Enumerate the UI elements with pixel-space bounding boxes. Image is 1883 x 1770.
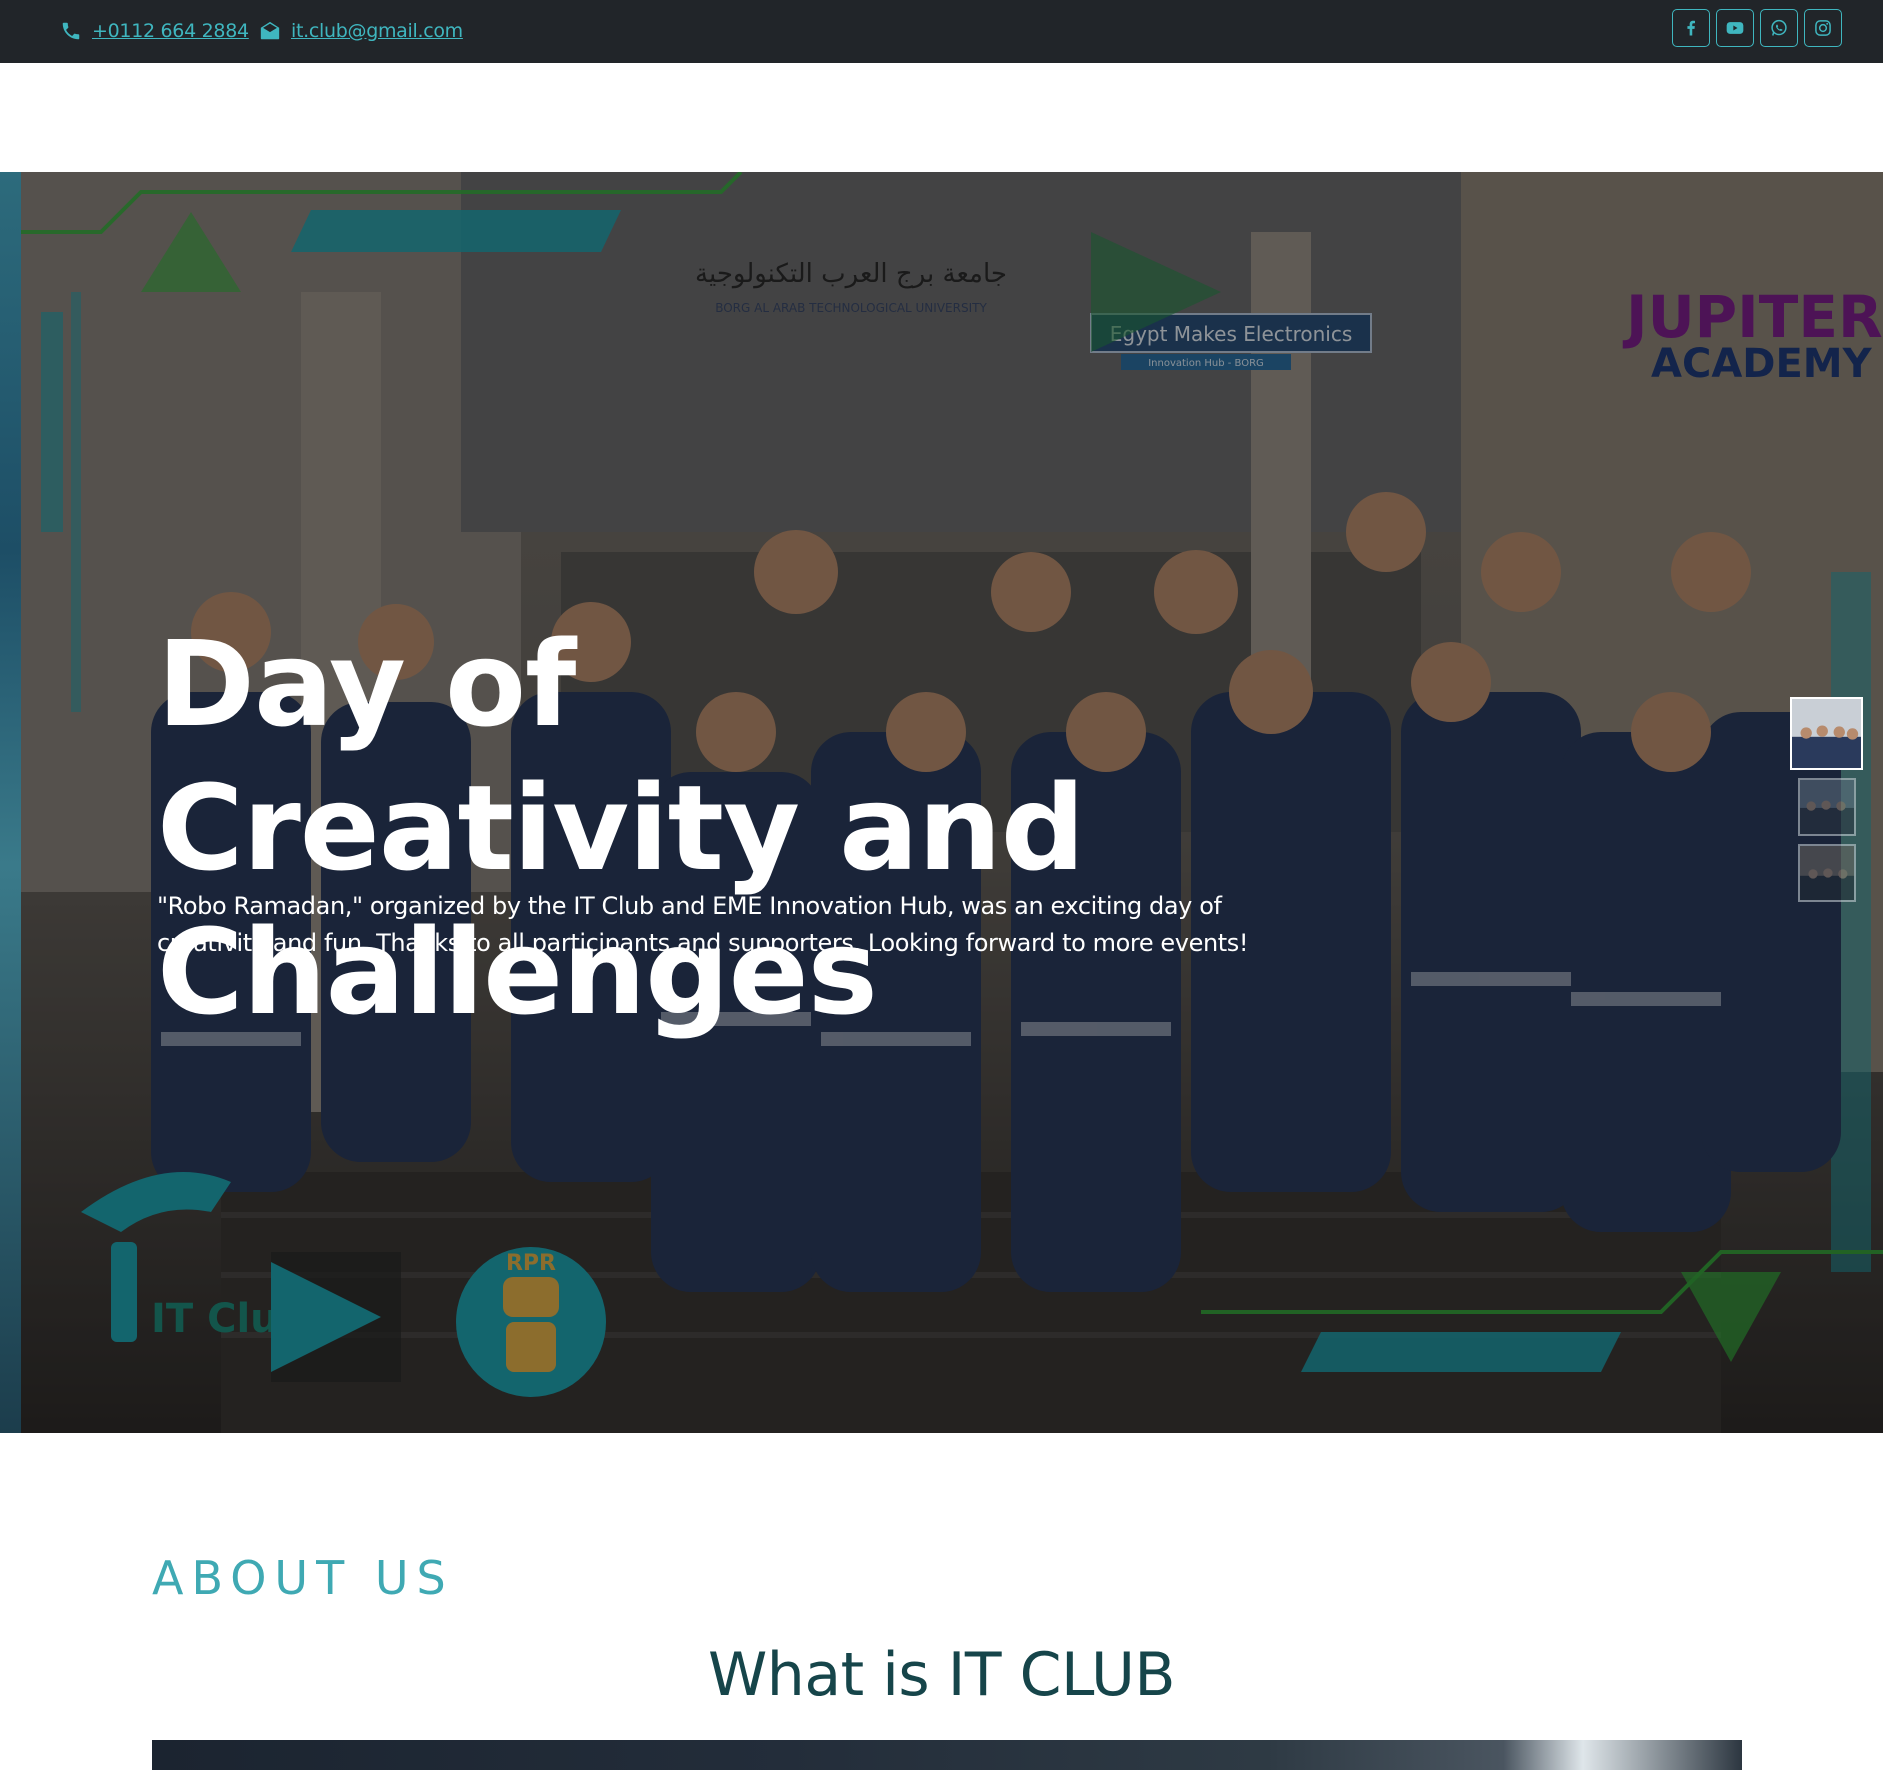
thumbnail-slide-3[interactable] [1798,844,1856,902]
instagram-button[interactable] [1804,9,1842,47]
social-links [1672,9,1842,47]
thumbnail-slide-2[interactable] [1798,778,1856,836]
top-bar: +0112 664 2884 it.club@gmail.com [0,0,1883,63]
phone-link[interactable]: +0112 664 2884 [92,20,249,42]
previous-slide-edge [0,172,21,1433]
about-image [152,1740,1742,1770]
instagram-icon [1815,20,1831,36]
envelope-open-icon [260,21,280,40]
about-us-label: ABOUT US [152,1551,454,1605]
phone-contact: +0112 664 2884 [60,17,249,45]
thumbnail-slide-1[interactable] [1790,697,1863,770]
carousel-thumbnails [1790,697,1863,902]
youtube-button[interactable] [1716,9,1754,47]
email-contact: it.club@gmail.com [259,17,463,45]
hero-title: Day of Creativity and Challenges [157,615,1085,1041]
whatsapp-icon [1771,19,1787,36]
youtube-icon [1726,22,1744,34]
hero-description: "Robo Ramadan," organized by the IT Club… [157,892,1249,957]
email-link[interactable]: it.club@gmail.com [291,20,463,42]
whatsapp-button[interactable] [1760,9,1798,47]
phone-icon [62,22,80,40]
about-title: What is IT CLUB [707,1640,1176,1710]
facebook-icon [1687,20,1695,36]
hero-carousel: جامعة برج العرب التكنولوجية BORG AL ARAB… [0,172,1883,1433]
facebook-button[interactable] [1672,9,1710,47]
